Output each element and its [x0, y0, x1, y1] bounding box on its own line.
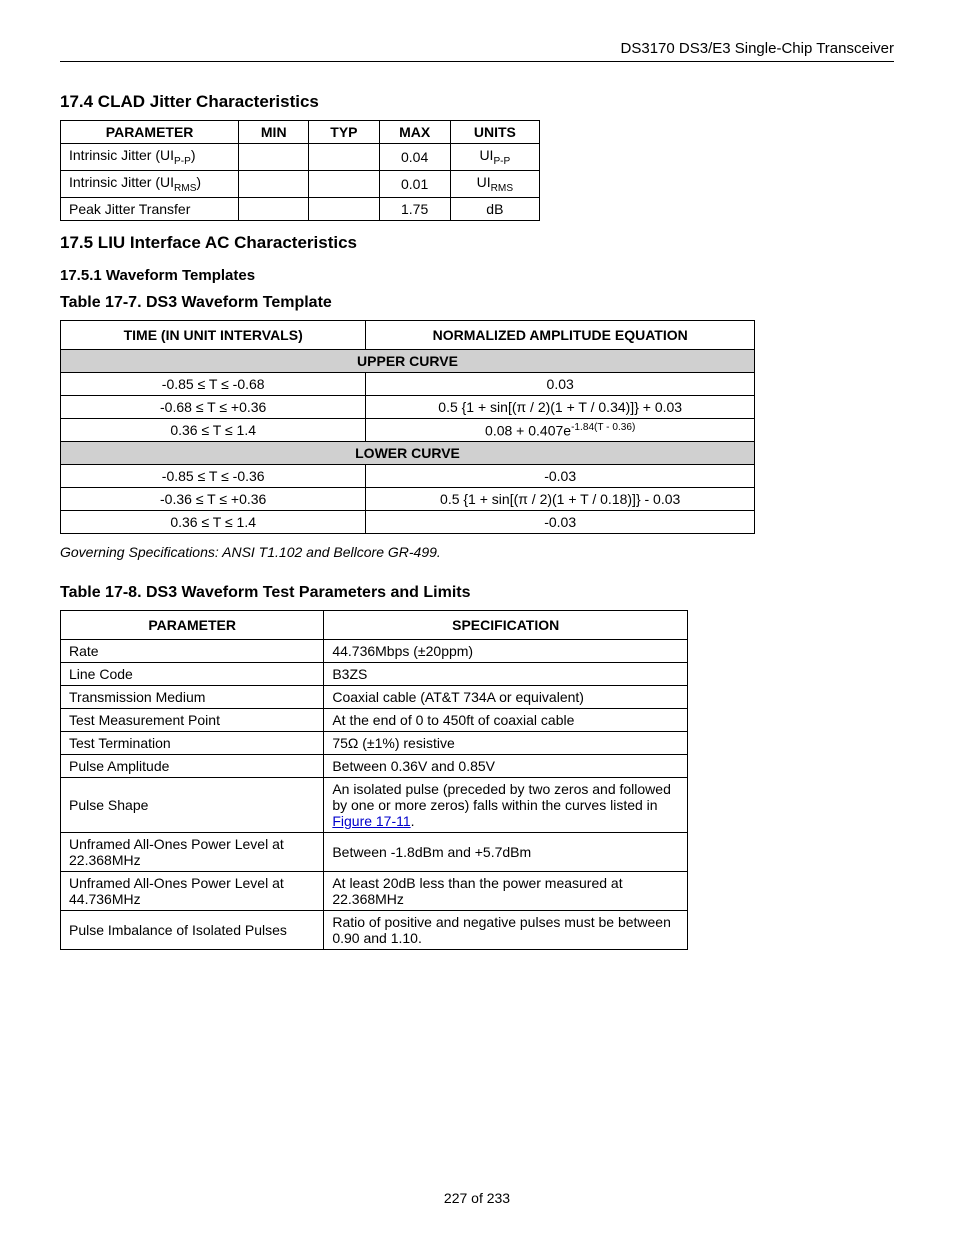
table-banner-row: LOWER CURVE [61, 442, 755, 465]
table-17-7-ds3-waveform-template: TIME (IN UNIT INTERVALS) NORMALIZED AMPL… [60, 320, 755, 535]
cell-parameter: Test Termination [61, 732, 324, 755]
cell-equation: 0.5 {1 + sin[(π / 2)(1 + T / 0.18)]} - 0… [366, 488, 755, 511]
cell-parameter: Line Code [61, 663, 324, 686]
cell-parameter: Pulse Amplitude [61, 755, 324, 778]
cell-min [239, 197, 309, 220]
cell-time: -0.68 ≤ T ≤ +0.36 [61, 395, 366, 418]
table-row: Test Measurement PointAt the end of 0 to… [61, 709, 688, 732]
cell-time: 0.36 ≤ T ≤ 1.4 [61, 418, 366, 442]
table-row: 0.36 ≤ T ≤ 1.4-0.03 [61, 511, 755, 534]
table-row: Unframed All-Ones Power Level at 44.736M… [61, 872, 688, 911]
cell-time: -0.85 ≤ T ≤ -0.68 [61, 372, 366, 395]
table-row: Intrinsic Jitter (UIRMS) 0.01UIRMS [61, 170, 540, 197]
cell-units: UIRMS [450, 170, 539, 197]
table-17-7-note: Governing Specifications: ANSI T1.102 an… [60, 544, 894, 560]
cell-units: dB [450, 197, 539, 220]
cell-parameter: Intrinsic Jitter (UIRMS) [61, 170, 239, 197]
table-row: -0.85 ≤ T ≤ -0.680.03 [61, 372, 755, 395]
table-row: Intrinsic Jitter (UIP-P) 0.04UIP-P [61, 144, 540, 171]
cell-parameter: Transmission Medium [61, 686, 324, 709]
section-17-5-1-title: 17.5.1 Waveform Templates [60, 267, 894, 284]
cell-time: -0.85 ≤ T ≤ -0.36 [61, 465, 366, 488]
table-17-8-ds3-waveform-params: PARAMETER SPECIFICATION Rate44.736Mbps (… [60, 610, 688, 950]
banner-cell: LOWER CURVE [61, 442, 755, 465]
table-row: Pulse Imbalance of Isolated PulsesRatio … [61, 911, 688, 950]
cell-time: -0.36 ≤ T ≤ +0.36 [61, 488, 366, 511]
th-max: MAX [379, 121, 450, 144]
section-17-4-title: 17.4 CLAD Jitter Characteristics [60, 92, 894, 112]
cell-specification: Between 0.36V and 0.85V [324, 755, 688, 778]
cell-parameter: Test Measurement Point [61, 709, 324, 732]
cell-parameter: Intrinsic Jitter (UIP-P) [61, 144, 239, 171]
table-row: Pulse ShapeAn isolated pulse (preceded b… [61, 778, 688, 833]
cell-specification: At least 20dB less than the power measur… [324, 872, 688, 911]
banner-cell: UPPER CURVE [61, 349, 755, 372]
cell-parameter: Peak Jitter Transfer [61, 197, 239, 220]
cell-specification: An isolated pulse (preceded by two zeros… [324, 778, 688, 833]
cell-max: 0.01 [379, 170, 450, 197]
table-row: Rate44.736Mbps (±20ppm) [61, 640, 688, 663]
table-row: Pulse AmplitudeBetween 0.36V and 0.85V [61, 755, 688, 778]
th-specification: SPECIFICATION [324, 611, 688, 640]
cell-specification: Coaxial cable (AT&T 734A or equivalent) [324, 686, 688, 709]
cell-specification: 44.736Mbps (±20ppm) [324, 640, 688, 663]
th-time: TIME (IN UNIT INTERVALS) [61, 320, 366, 349]
table-row: Line CodeB3ZS [61, 663, 688, 686]
table-row: Transmission MediumCoaxial cable (AT&T 7… [61, 686, 688, 709]
cell-equation: -0.03 [366, 511, 755, 534]
cell-specification: At the end of 0 to 450ft of coaxial cabl… [324, 709, 688, 732]
cell-specification: Between -1.8dBm and +5.7dBm [324, 833, 688, 872]
table-17-4-clad-jitter: PARAMETER MIN TYP MAX UNITS Intrinsic Ji… [60, 120, 540, 221]
table-row: -0.36 ≤ T ≤ +0.360.5 {1 + sin[(π / 2)(1 … [61, 488, 755, 511]
th-min: MIN [239, 121, 309, 144]
page-header: DS3170 DS3/E3 Single-Chip Transceiver [60, 40, 894, 62]
cell-time: 0.36 ≤ T ≤ 1.4 [61, 511, 366, 534]
table-17-8-title: Table 17-8. DS3 Waveform Test Parameters… [60, 584, 894, 602]
th-norm-amp: NORMALIZED AMPLITUDE EQUATION [366, 320, 755, 349]
th-units: UNITS [450, 121, 539, 144]
cell-specification: Ratio of positive and negative pulses mu… [324, 911, 688, 950]
cell-equation: -0.03 [366, 465, 755, 488]
cell-parameter: Unframed All-Ones Power Level at 22.368M… [61, 833, 324, 872]
table-row: Peak Jitter Transfer 1.75dB [61, 197, 540, 220]
cell-max: 1.75 [379, 197, 450, 220]
cell-specification: 75Ω (±1%) resistive [324, 732, 688, 755]
table-17-7-title: Table 17-7. DS3 Waveform Template [60, 294, 894, 312]
cell-parameter: Pulse Imbalance of Isolated Pulses [61, 911, 324, 950]
cell-max: 0.04 [379, 144, 450, 171]
page-footer: 227 of 233 [60, 1190, 894, 1206]
table-row: -0.85 ≤ T ≤ -0.36-0.03 [61, 465, 755, 488]
th-typ: TYP [309, 121, 379, 144]
cell-equation: 0.03 [366, 372, 755, 395]
cell-equation: 0.5 {1 + sin[(π / 2)(1 + T / 0.34)]} + 0… [366, 395, 755, 418]
section-17-5-title: 17.5 LIU Interface AC Characteristics [60, 233, 894, 253]
cell-typ [309, 197, 379, 220]
cell-parameter: Rate [61, 640, 324, 663]
cell-units: UIP-P [450, 144, 539, 171]
table-row: -0.68 ≤ T ≤ +0.360.5 {1 + sin[(π / 2)(1 … [61, 395, 755, 418]
cell-min [239, 170, 309, 197]
table-row: Test Termination75Ω (±1%) resistive [61, 732, 688, 755]
cell-min [239, 144, 309, 171]
th-parameter2: PARAMETER [61, 611, 324, 640]
th-parameter: PARAMETER [61, 121, 239, 144]
table-row: 0.36 ≤ T ≤ 1.40.08 + 0.407e-1.84(T - 0.3… [61, 418, 755, 442]
table-row: Unframed All-Ones Power Level at 22.368M… [61, 833, 688, 872]
cell-parameter: Unframed All-Ones Power Level at 44.736M… [61, 872, 324, 911]
cell-typ [309, 144, 379, 171]
cell-parameter: Pulse Shape [61, 778, 324, 833]
cell-specification: B3ZS [324, 663, 688, 686]
table-banner-row: UPPER CURVE [61, 349, 755, 372]
cell-typ [309, 170, 379, 197]
cell-equation: 0.08 + 0.407e-1.84(T - 0.36) [366, 418, 755, 442]
